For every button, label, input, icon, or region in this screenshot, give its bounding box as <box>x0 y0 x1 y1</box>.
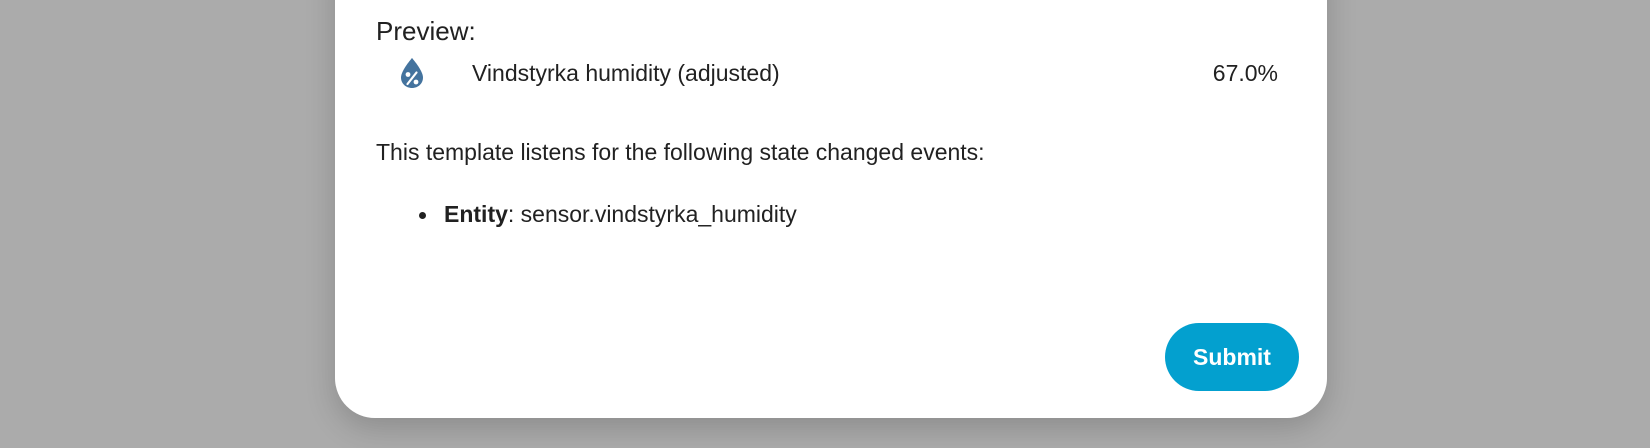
bullet <box>419 212 426 219</box>
template-dialog: Preview: Vindstyrka humidity (adjusted) … <box>335 0 1327 418</box>
list-item: Entity: sensor.vindstyrka_humidity <box>376 200 797 228</box>
water-percent-icon <box>398 57 426 89</box>
entity-state: 67.0% <box>1212 60 1278 86</box>
entity-preview-row[interactable]: Vindstyrka humidity (adjusted) 67.0% <box>376 53 1278 93</box>
submit-button[interactable]: Submit <box>1165 323 1299 391</box>
entity-name: Vindstyrka humidity (adjusted) <box>472 60 780 86</box>
listener-entity-id: sensor.vindstyrka_humidity <box>520 201 797 227</box>
listener-type: Entity <box>444 201 508 227</box>
listeners-intro: This template listens for the following … <box>376 139 985 165</box>
listener-separator: : <box>507 201 521 227</box>
preview-heading: Preview: <box>376 16 476 46</box>
listener-list: Entity: sensor.vindstyrka_humidity <box>376 200 797 228</box>
